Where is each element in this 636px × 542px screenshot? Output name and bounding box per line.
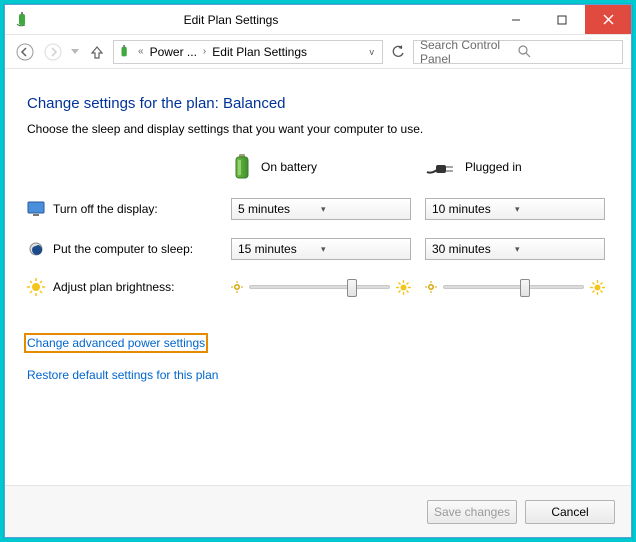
column-header-battery: On battery: [231, 154, 411, 180]
breadcrumb-icon: [116, 45, 134, 59]
slider-thumb[interactable]: [347, 279, 357, 297]
page-subheading: Choose the sleep and display settings th…: [27, 122, 611, 136]
display-plugged-dropdown[interactable]: 10 minutes▾: [425, 198, 605, 220]
restore-defaults-link[interactable]: Restore default settings for this plan: [27, 368, 218, 382]
close-button[interactable]: [585, 5, 631, 34]
column-header-plugged: Plugged in: [425, 158, 605, 176]
column-label: On battery: [261, 160, 317, 174]
search-input[interactable]: Search Control Panel: [413, 40, 623, 64]
breadcrumb[interactable]: « Power ... › Edit Plan Settings v: [113, 40, 383, 64]
row-display-label: Turn off the display:: [27, 200, 217, 218]
navigation-bar: « Power ... › Edit Plan Settings v Searc…: [5, 35, 631, 69]
sleep-battery-dropdown[interactable]: 15 minutes▾: [231, 238, 411, 260]
recent-dropdown[interactable]: [69, 40, 81, 64]
sun-large-icon: [590, 280, 605, 295]
sun-small-icon: [425, 281, 437, 293]
slider-track[interactable]: [249, 285, 390, 289]
advanced-settings-link[interactable]: Change advanced power settings: [27, 336, 205, 350]
chevron-down-icon: ▾: [321, 204, 404, 215]
sun-small-icon: [231, 281, 243, 293]
search-icon: [518, 45, 616, 58]
breadcrumb-sep: ›: [199, 46, 210, 57]
window: Edit Plan Settings: [4, 4, 632, 538]
display-icon: [27, 200, 45, 218]
brightness-plugged-slider[interactable]: [425, 280, 605, 295]
titlebar: Edit Plan Settings: [5, 5, 631, 35]
maximize-button[interactable]: [539, 5, 585, 34]
chevron-down-icon: ▾: [515, 244, 598, 255]
search-placeholder: Search Control Panel: [420, 38, 518, 66]
footer: Save changes Cancel: [5, 485, 631, 537]
settings-grid: On battery Plugged in Turn: [27, 154, 611, 296]
slider-track[interactable]: [443, 285, 584, 289]
battery-icon: [231, 154, 253, 180]
display-battery-dropdown[interactable]: 5 minutes▾: [231, 198, 411, 220]
minimize-button[interactable]: [493, 5, 539, 34]
brightness-icon: [27, 278, 45, 296]
breadcrumb-dropdown[interactable]: v: [364, 47, 381, 57]
brightness-battery-slider[interactable]: [231, 280, 411, 295]
row-brightness-label: Adjust plan brightness:: [27, 278, 217, 296]
column-label: Plugged in: [465, 160, 522, 174]
links-section: Change advanced power settings Restore d…: [27, 336, 611, 382]
forward-button[interactable]: [41, 40, 65, 64]
back-button[interactable]: [13, 40, 37, 64]
breadcrumb-sep: «: [134, 46, 148, 57]
page-heading: Change settings for the plan: Balanced: [27, 95, 611, 112]
slider-thumb[interactable]: [520, 279, 530, 297]
chevron-down-icon: ▾: [321, 244, 404, 255]
window-controls: [493, 5, 631, 34]
sun-large-icon: [396, 280, 411, 295]
up-button[interactable]: [85, 40, 109, 64]
refresh-button[interactable]: [387, 45, 409, 59]
chevron-down-icon: ▾: [515, 204, 598, 215]
sleep-icon: [27, 240, 45, 258]
plug-icon: [425, 158, 457, 176]
window-title: Edit Plan Settings: [0, 13, 493, 27]
cancel-button[interactable]: Cancel: [525, 500, 615, 524]
row-sleep-label: Put the computer to sleep:: [27, 240, 217, 258]
breadcrumb-seg-2[interactable]: Edit Plan Settings: [210, 45, 309, 59]
breadcrumb-seg-1[interactable]: Power ...: [148, 45, 199, 59]
content-area: Change settings for the plan: Balanced C…: [5, 69, 631, 485]
sleep-plugged-dropdown[interactable]: 30 minutes▾: [425, 238, 605, 260]
save-button[interactable]: Save changes: [427, 500, 517, 524]
